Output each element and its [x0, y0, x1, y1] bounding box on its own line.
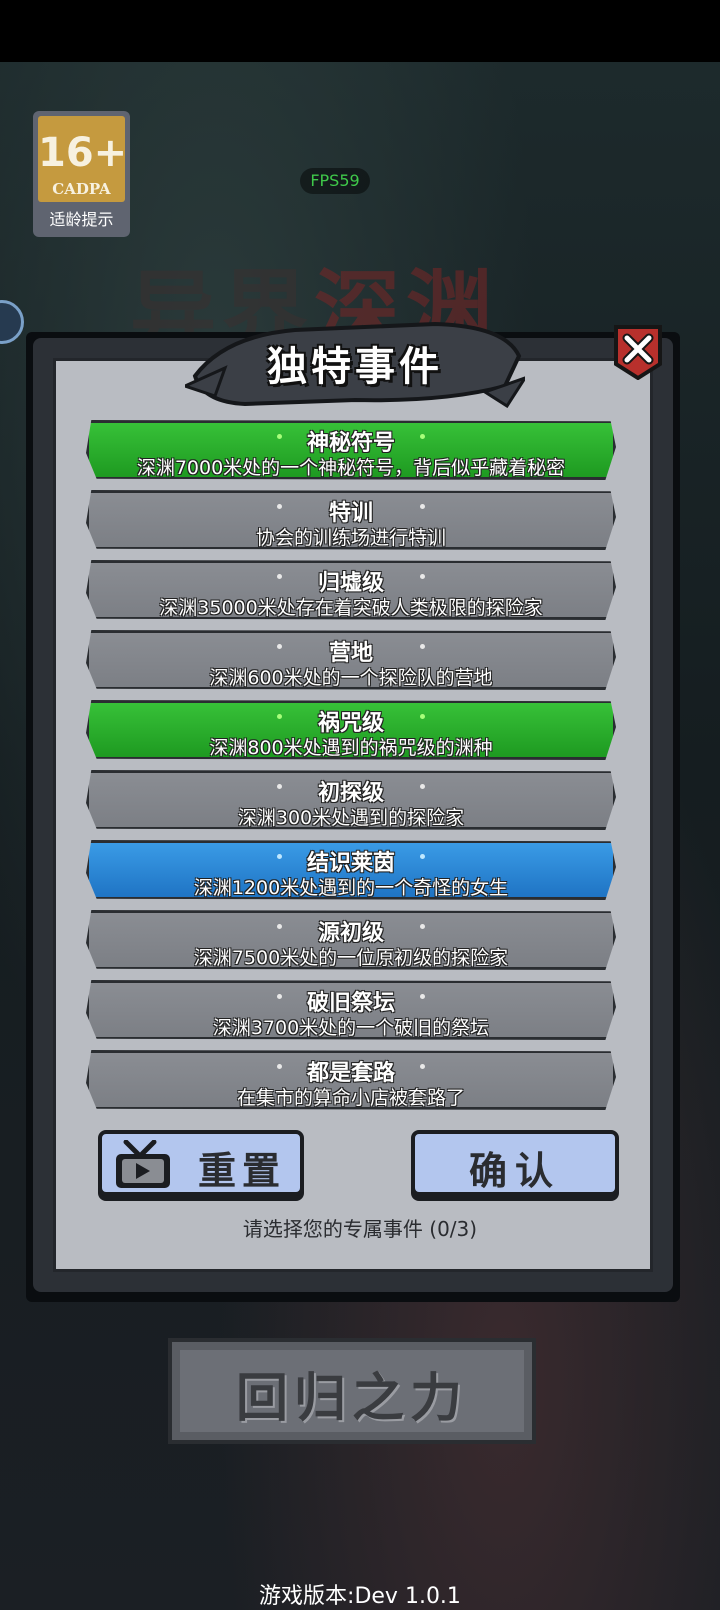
event-description: 深渊7000米处的一个神秘符号，背后似乎藏着秘密 [136, 457, 566, 479]
event-item[interactable]: 神秘符号 深渊7000米处的一个神秘符号，背后似乎藏着秘密 [86, 420, 616, 480]
return-power-button[interactable]: 回归之力 [168, 1338, 536, 1444]
event-description: 在集市的算命小店被套路了 [236, 1087, 465, 1109]
age-rating-number: 16+ [38, 130, 128, 176]
event-item[interactable]: 源初级 深渊7500米处的一位原初级的探险家 [86, 910, 616, 970]
event-description: 协会的训练场进行特训 [255, 527, 446, 549]
reset-button[interactable]: 重置 [98, 1130, 304, 1196]
game-version: 游戏版本:Dev 1.0.1 [259, 1584, 461, 1609]
event-description: 深渊1200米处遇到的一个奇怪的女生 [193, 877, 509, 899]
status-bar [0, 0, 720, 62]
event-item[interactable]: 都是套路 在集市的算命小店被套路了 [86, 1050, 616, 1110]
event-description: 深渊35000米处存在着突破人类极限的探险家 [159, 597, 543, 619]
confirm-label: 确认 [468, 1149, 561, 1193]
close-button[interactable] [613, 324, 663, 381]
return-power-label: 回归之力 [235, 1369, 468, 1429]
dialog-title: 独特事件 [267, 344, 443, 390]
age-rating-badge[interactable]: 16+ CADPA 适龄提示 [33, 111, 130, 237]
tv-ad-icon [116, 1140, 170, 1188]
event-item[interactable]: 祸咒级 深渊800米处遇到的祸咒级的渊种 [86, 700, 616, 760]
fps-counter: FPS59 [300, 168, 370, 194]
event-item[interactable]: 结识莱茵 深渊1200米处遇到的一个奇怪的女生 [86, 840, 616, 900]
event-description: 深渊7500米处的一位原初级的探险家 [193, 947, 509, 969]
event-item[interactable]: 初探级 深渊300米处遇到的探险家 [86, 770, 616, 830]
event-description: 深渊800米处遇到的祸咒级的渊种 [209, 737, 493, 759]
age-rating-org: CADPA [52, 180, 111, 198]
reset-label: 重置 [198, 1149, 287, 1193]
event-item[interactable]: 破旧祭坛 深渊3700米处的一个破旧的祭坛 [86, 980, 616, 1040]
dialog-title-banner: 独特事件 [180, 316, 529, 409]
event-item[interactable]: 归墟级 深渊35000米处存在着突破人类极限的探险家 [86, 560, 616, 620]
event-description: 深渊3700米处的一个破旧的祭坛 [212, 1017, 490, 1039]
selection-hint: 请选择您的专属事件 (0/3) [242, 1217, 478, 1241]
event-list: 神秘符号 深渊7000米处的一个神秘符号，背后似乎藏着秘密 特训 协会的训练场进… [86, 420, 616, 1120]
event-item[interactable]: 特训 协会的训练场进行特训 [86, 490, 616, 550]
age-tip-label: 适龄提示 [49, 210, 114, 229]
event-item[interactable]: 营地 深渊600米处的一个探险队的营地 [86, 630, 616, 690]
close-icon [614, 325, 662, 381]
confirm-button[interactable]: 确认 [411, 1130, 619, 1196]
event-description: 深渊600米处的一个探险队的营地 [209, 667, 493, 689]
event-description: 深渊300米处遇到的探险家 [237, 807, 465, 829]
